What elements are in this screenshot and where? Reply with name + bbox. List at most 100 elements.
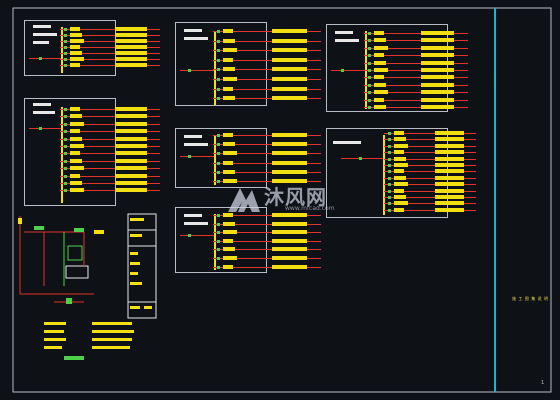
breaker-icon bbox=[64, 130, 67, 134]
cable-spec-label bbox=[272, 151, 307, 156]
breaker-icon bbox=[388, 183, 391, 187]
circuit-label bbox=[70, 158, 82, 163]
cable-spec-label bbox=[435, 131, 464, 135]
circuit-label bbox=[223, 264, 233, 269]
feeder-circuit bbox=[364, 67, 468, 74]
feeder-circuit bbox=[213, 229, 321, 236]
breaker-icon bbox=[368, 54, 371, 58]
circuit-label bbox=[223, 67, 235, 72]
breaker-icon bbox=[64, 167, 67, 171]
cable-spec-label bbox=[435, 175, 464, 180]
circuit-label bbox=[70, 107, 80, 111]
breaker-icon bbox=[64, 152, 67, 156]
cable-spec-label bbox=[435, 188, 464, 193]
cable-spec-label bbox=[272, 67, 307, 72]
breaker-icon bbox=[64, 122, 67, 126]
breaker-icon bbox=[368, 46, 371, 50]
circuit-label bbox=[70, 45, 80, 49]
feeder-circuit bbox=[341, 155, 383, 162]
feeder-circuit bbox=[213, 246, 321, 253]
panel-title-block bbox=[184, 143, 208, 146]
feeder-circuit bbox=[213, 141, 321, 148]
circuit-label bbox=[394, 188, 404, 193]
breaker-icon bbox=[217, 239, 220, 243]
cable-spec-label bbox=[421, 82, 454, 87]
circuit-label bbox=[223, 151, 237, 156]
cable-spec-label bbox=[272, 221, 307, 226]
feeder-circuit bbox=[384, 207, 476, 214]
feeder-circuit bbox=[213, 255, 321, 262]
breaker-icon bbox=[368, 91, 371, 95]
circuit-label bbox=[223, 238, 233, 243]
breaker-icon bbox=[217, 87, 220, 91]
circuit-label bbox=[374, 45, 388, 50]
feeder-circuit bbox=[213, 66, 321, 73]
feeder-circuit bbox=[364, 74, 468, 81]
circuit-label bbox=[70, 181, 82, 185]
circuit-label bbox=[70, 136, 82, 141]
cable-spec-label bbox=[115, 136, 147, 141]
cable-spec-label bbox=[421, 53, 454, 58]
cable-spec-label bbox=[115, 166, 147, 171]
cable-spec-label bbox=[421, 105, 454, 109]
panel-title-block bbox=[33, 41, 49, 44]
cable-spec-label bbox=[272, 133, 307, 137]
circuit-label bbox=[223, 48, 237, 53]
feeder-circuit bbox=[213, 86, 321, 93]
feeder-circuit bbox=[60, 128, 160, 135]
cable-spec-label bbox=[272, 57, 307, 62]
control-schematic bbox=[18, 213, 157, 360]
circuit-label bbox=[374, 31, 384, 35]
feeder-circuit bbox=[213, 169, 321, 176]
cad-drawing-canvas[interactable]: 施 工 图 集 说 明 1 沐风网 www.mfcad.com bbox=[0, 0, 560, 400]
circuit-label bbox=[223, 29, 233, 33]
breaker-icon bbox=[217, 58, 220, 62]
feeder-circuit bbox=[29, 55, 61, 62]
panel-title-block bbox=[335, 31, 353, 34]
feeder-circuit bbox=[331, 67, 365, 74]
cable-spec-label bbox=[272, 86, 307, 91]
circuit-label bbox=[223, 38, 235, 43]
circuit-label bbox=[374, 75, 384, 80]
circuit-label bbox=[223, 142, 235, 147]
panel-title-block bbox=[33, 111, 55, 114]
feeder-circuit bbox=[180, 153, 214, 160]
feeder-circuit bbox=[60, 106, 160, 113]
cable-spec-label bbox=[435, 163, 464, 167]
cable-spec-label bbox=[115, 144, 147, 148]
breaker-icon bbox=[388, 170, 391, 174]
circuit-label bbox=[70, 57, 84, 61]
breaker-icon bbox=[217, 248, 220, 252]
feeder-circuit bbox=[29, 125, 61, 132]
cable-spec-label bbox=[421, 60, 454, 65]
feeder-circuit bbox=[364, 89, 468, 96]
circuit-label bbox=[394, 207, 404, 212]
feeder-circuit bbox=[364, 82, 468, 89]
feeder-circuit bbox=[364, 60, 468, 67]
circuit-label bbox=[394, 169, 404, 174]
cable-spec-label bbox=[272, 247, 307, 252]
feeder-circuit bbox=[60, 165, 160, 172]
circuit-label bbox=[223, 169, 235, 174]
cable-spec-label bbox=[435, 207, 464, 212]
cable-spec-label bbox=[115, 39, 147, 43]
cable-spec-label bbox=[421, 45, 454, 50]
breaker-icon bbox=[368, 76, 371, 80]
circuit-label bbox=[70, 63, 80, 67]
cable-spec-label bbox=[435, 182, 464, 187]
cable-spec-label bbox=[272, 213, 307, 217]
breaker-icon bbox=[388, 157, 391, 161]
circuit-label bbox=[374, 105, 386, 109]
circuit-label bbox=[223, 86, 233, 91]
feeder-circuit bbox=[213, 47, 321, 54]
feeder-circuit bbox=[213, 238, 321, 245]
feeder-circuit bbox=[364, 37, 468, 44]
cable-spec-label bbox=[115, 188, 147, 193]
feeder-circuit bbox=[60, 187, 160, 194]
feeder-circuit bbox=[213, 38, 321, 45]
cable-spec-label bbox=[435, 156, 464, 161]
cable-spec-label bbox=[115, 57, 147, 61]
feeder-circuit bbox=[60, 143, 160, 150]
feeder-circuit bbox=[213, 132, 321, 139]
feeder-circuit bbox=[364, 104, 468, 111]
